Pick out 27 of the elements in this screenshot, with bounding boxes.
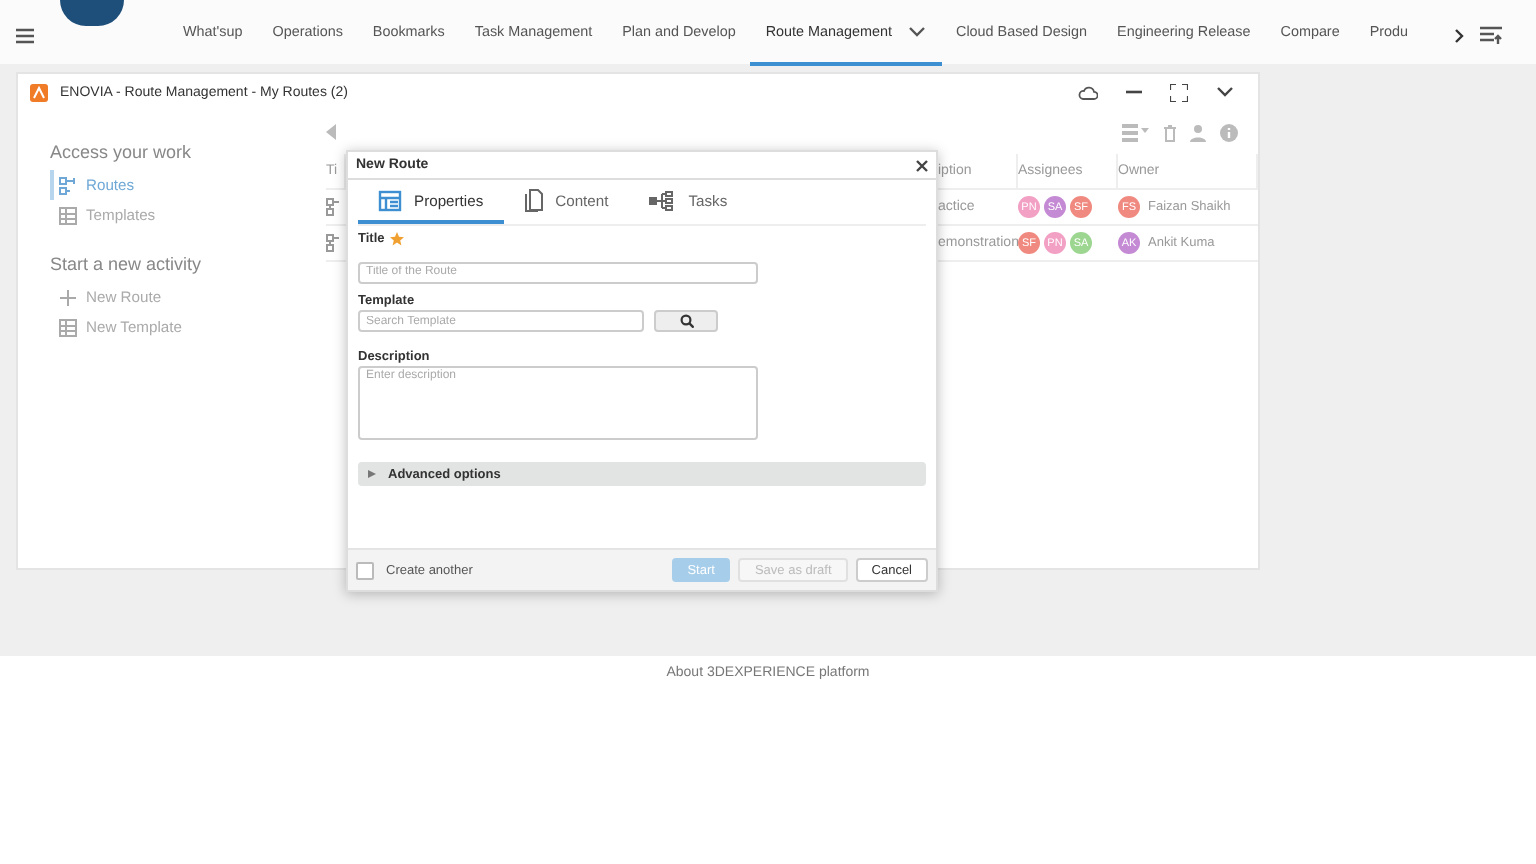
chevron-right-icon[interactable] (1454, 28, 1464, 44)
template-icon (58, 317, 78, 337)
table-icon (378, 189, 402, 211)
flow-icon (648, 189, 677, 211)
search-icon (679, 314, 693, 328)
caret-right-icon (368, 470, 376, 478)
chevron-down-icon[interactable] (1216, 86, 1234, 98)
cloud-icon[interactable] (1078, 85, 1098, 99)
document-icon (523, 188, 544, 212)
search-button[interactable] (654, 310, 718, 332)
template-icon (58, 205, 78, 225)
app-logo-icon (30, 83, 48, 101)
menu-icon[interactable] (16, 28, 34, 44)
route-icon (58, 175, 78, 195)
fullscreen-icon[interactable] (1170, 83, 1188, 101)
required-star-icon (390, 232, 405, 246)
close-icon[interactable] (916, 159, 928, 171)
route-icon (326, 198, 340, 216)
chevron-down-icon[interactable] (908, 25, 926, 37)
route-icon (326, 234, 340, 252)
section-heading: Access your work (50, 142, 194, 162)
compass-logo[interactable] (60, 0, 124, 26)
minimize-icon[interactable] (1126, 90, 1142, 94)
section-heading: Start a new activity (50, 254, 204, 274)
plus-icon (58, 287, 78, 307)
list-settings-icon[interactable] (1480, 26, 1502, 44)
checkbox[interactable] (356, 561, 374, 579)
